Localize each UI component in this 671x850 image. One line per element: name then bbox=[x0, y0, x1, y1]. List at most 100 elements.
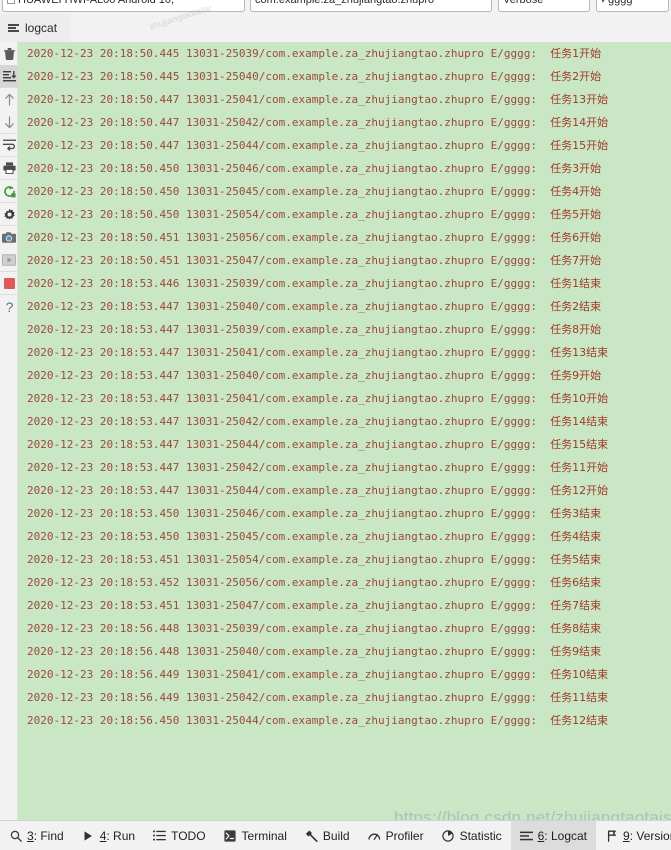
status-bar-item-mnemonic: 6 bbox=[537, 828, 545, 843]
status-bar-item-label: Profiler bbox=[385, 828, 424, 843]
log-line-prefix: 2020-12-23 20:18:53.451 13031-25054/com.… bbox=[27, 553, 551, 566]
log-line-message: 任务14结束 bbox=[550, 415, 609, 428]
process-selector-value: com.example.za_zhujiangtao.zhupro bbox=[255, 0, 435, 6]
print-icon[interactable] bbox=[0, 157, 18, 180]
log-level-value: Verbose bbox=[503, 0, 544, 6]
log-line-message: 任务3开始 bbox=[550, 162, 602, 175]
log-line[interactable]: 2020-12-23 20:18:53.452 13031-25056/com.… bbox=[18, 571, 671, 594]
log-line-prefix: 2020-12-23 20:18:53.447 13031-25044/com.… bbox=[27, 484, 551, 497]
log-line[interactable]: 2020-12-23 20:18:53.447 13031-25040/com.… bbox=[18, 364, 671, 387]
restart-icon[interactable] bbox=[0, 180, 18, 203]
log-line[interactable]: 2020-12-23 20:18:50.450 13031-25054/com.… bbox=[18, 203, 671, 226]
device-selector[interactable]: HUAWEI HWI-AL00 Android 10, bbox=[2, 0, 245, 12]
process-selector[interactable]: com.example.za_zhujiangtao.zhupro bbox=[250, 0, 492, 12]
logcat-output[interactable]: 2020-12-23 20:18:50.445 13031-25039/com.… bbox=[18, 42, 671, 820]
log-line-prefix: 2020-12-23 20:18:50.447 13031-25042/com.… bbox=[27, 116, 551, 129]
scroll-to-end-icon[interactable] bbox=[0, 65, 18, 88]
log-line-message: 任务15结束 bbox=[550, 438, 609, 451]
tab-logcat-label: logcat bbox=[25, 21, 58, 35]
status-bar-item-todo[interactable]: TODO bbox=[144, 821, 214, 850]
log-line-message: 任务11结束 bbox=[550, 691, 609, 704]
status-bar-item-logcat[interactable]: 6: Logcat bbox=[510, 820, 596, 850]
status-bar-item-build[interactable]: Build bbox=[296, 821, 359, 850]
status-bar-item-statistic[interactable]: Statistic bbox=[433, 821, 511, 850]
branch-icon bbox=[605, 829, 618, 842]
log-line-prefix: 2020-12-23 20:18:53.447 13031-25040/com.… bbox=[27, 300, 551, 313]
log-line[interactable]: 2020-12-23 20:18:50.451 13031-25056/com.… bbox=[18, 226, 671, 249]
up-arrow-icon[interactable] bbox=[0, 88, 18, 111]
status-bar-item-find[interactable]: 3: Find bbox=[0, 821, 73, 850]
log-line[interactable]: 2020-12-23 20:18:53.451 13031-25054/com.… bbox=[18, 548, 671, 571]
soft-wrap-icon[interactable] bbox=[0, 134, 18, 157]
filter-value: gggg bbox=[608, 0, 633, 6]
log-line-prefix: 2020-12-23 20:18:50.451 13031-25056/com.… bbox=[27, 231, 551, 244]
status-bar-item-label: TODO bbox=[171, 828, 206, 843]
status-bar-item-terminal[interactable]: Terminal bbox=[215, 821, 296, 850]
log-line[interactable]: 2020-12-23 20:18:50.445 13031-25039/com.… bbox=[18, 42, 671, 65]
tab-logcat[interactable]: logcat bbox=[0, 14, 72, 42]
list-icon bbox=[153, 829, 166, 842]
log-line[interactable]: 2020-12-23 20:18:56.448 13031-25039/com.… bbox=[18, 617, 671, 640]
log-line[interactable]: 2020-12-23 20:18:53.446 13031-25039/com.… bbox=[18, 272, 671, 295]
log-line[interactable]: 2020-12-23 20:18:50.450 13031-25045/com.… bbox=[18, 180, 671, 203]
status-bar-item-label: 6: Logcat bbox=[537, 828, 587, 843]
log-line[interactable]: 2020-12-23 20:18:53.447 13031-25042/com.… bbox=[18, 456, 671, 479]
log-line[interactable]: 2020-12-23 20:18:50.445 13031-25040/com.… bbox=[18, 65, 671, 88]
log-line-message: 任务5结束 bbox=[550, 553, 602, 566]
log-line-message: 任务4开始 bbox=[550, 185, 602, 198]
terminal-icon bbox=[224, 829, 237, 842]
log-line[interactable]: 2020-12-23 20:18:50.451 13031-25047/com.… bbox=[18, 249, 671, 272]
log-line[interactable]: 2020-12-23 20:18:53.447 13031-25039/com.… bbox=[18, 318, 671, 341]
log-line[interactable]: 2020-12-23 20:18:53.447 13031-25044/com.… bbox=[18, 433, 671, 456]
status-bar-item-run[interactable]: 4: Run bbox=[73, 821, 144, 850]
log-line-message: 任务8开始 bbox=[550, 323, 602, 336]
log-line-prefix: 2020-12-23 20:18:53.447 13031-25041/com.… bbox=[27, 392, 551, 405]
log-line[interactable]: 2020-12-23 20:18:50.450 13031-25046/com.… bbox=[18, 157, 671, 180]
log-line[interactable]: 2020-12-23 20:18:56.450 13031-25044/com.… bbox=[18, 709, 671, 732]
log-line[interactable]: 2020-12-23 20:18:50.447 13031-25041/com.… bbox=[18, 88, 671, 111]
log-line[interactable]: 2020-12-23 20:18:53.450 13031-25046/com.… bbox=[18, 502, 671, 525]
log-line[interactable]: 2020-12-23 20:18:53.450 13031-25045/com.… bbox=[18, 525, 671, 548]
log-line-message: 任务9结束 bbox=[550, 645, 602, 658]
help-icon[interactable]: ? bbox=[0, 295, 18, 318]
log-line-prefix: 2020-12-23 20:18:53.450 13031-25045/com.… bbox=[27, 530, 551, 543]
status-bar-item-mnemonic: 4 bbox=[99, 828, 107, 843]
logcat-toolbar: HUAWEI HWI-AL00 Android 10, com.example.… bbox=[0, 0, 671, 14]
bottom-tool-window-bar: 3: Find 4: Run TODO Terminal Build Profiler St… bbox=[0, 820, 671, 850]
log-line[interactable]: 2020-12-23 20:18:53.447 13031-25041/com.… bbox=[18, 341, 671, 364]
log-line[interactable]: 2020-12-23 20:18:53.451 13031-25047/com.… bbox=[18, 594, 671, 617]
log-line-prefix: 2020-12-23 20:18:50.447 13031-25041/com.… bbox=[27, 93, 551, 106]
log-line-prefix: 2020-12-23 20:18:53.447 13031-25042/com.… bbox=[27, 415, 551, 428]
log-line-prefix: 2020-12-23 20:18:53.446 13031-25039/com.… bbox=[27, 277, 551, 290]
log-line[interactable]: 2020-12-23 20:18:53.447 13031-25042/com.… bbox=[18, 410, 671, 433]
log-line[interactable]: 2020-12-23 20:18:50.447 13031-25042/com.… bbox=[18, 111, 671, 134]
log-line[interactable]: 2020-12-23 20:18:53.447 13031-25040/com.… bbox=[18, 295, 671, 318]
log-line-message: 任务11开始 bbox=[550, 461, 609, 474]
status-bar-item-version[interactable]: 9: Version bbox=[596, 821, 671, 850]
log-line-prefix: 2020-12-23 20:18:50.445 13031-25039/com.… bbox=[27, 47, 551, 60]
log-line-message: 任务6结束 bbox=[550, 576, 602, 589]
screen-record-icon[interactable] bbox=[0, 249, 18, 272]
stop-icon[interactable] bbox=[0, 272, 18, 295]
status-bar-item-profiler[interactable]: Profiler bbox=[359, 821, 433, 850]
log-line[interactable]: 2020-12-23 20:18:56.448 13031-25040/com.… bbox=[18, 640, 671, 663]
status-bar-item-label: 9: Version bbox=[623, 828, 671, 843]
log-line-prefix: 2020-12-23 20:18:53.447 13031-25041/com.… bbox=[27, 346, 551, 359]
settings-gear-icon[interactable] bbox=[0, 203, 18, 226]
pie-icon bbox=[442, 829, 455, 842]
log-line[interactable]: 2020-12-23 20:18:56.449 13031-25042/com.… bbox=[18, 686, 671, 709]
screenshot-camera-icon[interactable] bbox=[0, 226, 18, 249]
log-line-prefix: 2020-12-23 20:18:56.449 13031-25041/com.… bbox=[27, 668, 551, 681]
log-line[interactable]: 2020-12-23 20:18:50.447 13031-25044/com.… bbox=[18, 134, 671, 157]
down-arrow-icon[interactable] bbox=[0, 111, 18, 134]
log-level-selector[interactable]: Verbose bbox=[498, 0, 590, 12]
svg-text:?: ? bbox=[5, 300, 13, 314]
log-line-message: 任务10结束 bbox=[550, 668, 609, 681]
clear-logcat-icon[interactable] bbox=[0, 42, 18, 65]
log-line[interactable]: 2020-12-23 20:18:53.447 13031-25041/com.… bbox=[18, 387, 671, 410]
log-line[interactable]: 2020-12-23 20:18:56.449 13031-25041/com.… bbox=[18, 663, 671, 686]
status-bar-item-label: Terminal bbox=[241, 828, 287, 843]
log-line-prefix: 2020-12-23 20:18:56.448 13031-25039/com.… bbox=[27, 622, 551, 635]
log-line[interactable]: 2020-12-23 20:18:53.447 13031-25044/com.… bbox=[18, 479, 671, 502]
filter-input[interactable]: ▾ gggg bbox=[596, 0, 669, 12]
